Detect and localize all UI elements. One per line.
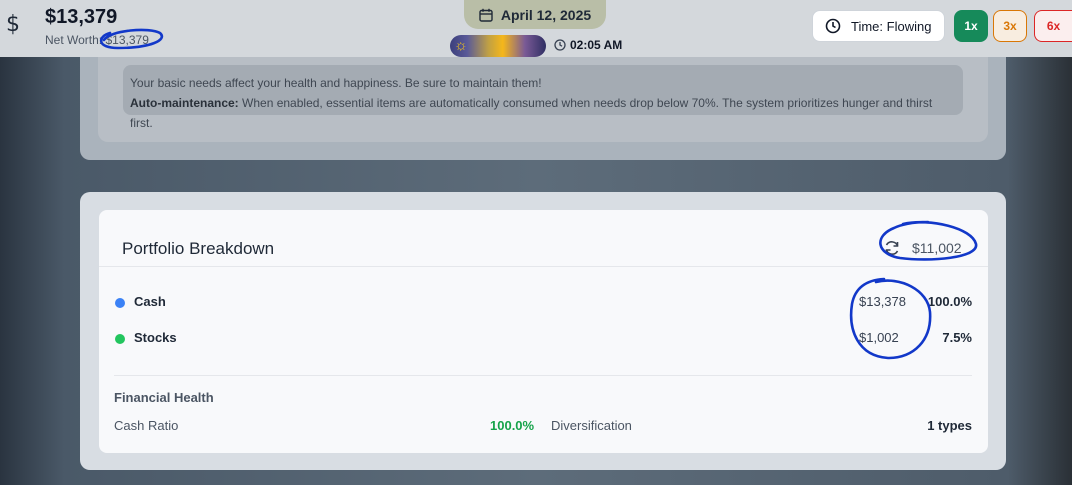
diversification-value: 1 types: [927, 418, 972, 433]
auto-maintenance-text: When enabled, essential items are automa…: [130, 96, 933, 130]
divider: [99, 266, 988, 267]
cash-ratio-value: 100.0%: [490, 418, 535, 433]
daylight-bar: ☼: [450, 35, 546, 57]
needs-info-line: Your basic needs affect your health and …: [130, 76, 542, 90]
needs-card: Your basic needs affect your health and …: [80, 57, 1006, 160]
net-worth: Net Worth: $13,379: [45, 33, 149, 47]
dollar-icon: $: [6, 12, 20, 37]
cash-dot-icon: [115, 298, 125, 308]
date-text: April 12, 2025: [500, 6, 592, 23]
needs-card-inner: Your basic needs affect your health and …: [98, 57, 988, 142]
financial-health-row: Cash Ratio 100.0% Diversification 1 type…: [114, 418, 972, 438]
clock-icon: [825, 18, 841, 34]
divider: [114, 375, 972, 376]
asset-percent: 100.0%: [927, 294, 972, 309]
asset-row-cash: Cash $13,378 100.0%: [115, 293, 972, 313]
stocks-dot-icon: [115, 334, 125, 344]
net-worth-label: Net Worth:: [45, 33, 103, 47]
auto-maintenance-info: Auto-maintenance: When enabled, essentia…: [130, 93, 956, 133]
auto-maintenance-label: Auto-maintenance:: [130, 96, 239, 110]
portfolio-card: Portfolio Breakdown $11,002 Cash $13,378…: [99, 210, 988, 453]
speed-3x-button[interactable]: 3x: [993, 10, 1027, 42]
speed-6x-button[interactable]: 6x: [1034, 10, 1072, 42]
net-worth-value: $13,379: [105, 33, 149, 47]
asset-value: $1,002: [859, 330, 899, 345]
portfolio-title: Portfolio Breakdown: [122, 239, 275, 258]
date-display: April 12, 2025: [464, 0, 606, 29]
time-text: 02:05 AM: [570, 38, 623, 52]
needs-info-box: Your basic needs affect your health and …: [123, 65, 963, 130]
top-bar: $ $13,379 Net Worth: $13,379 April 12, 2…: [0, 0, 1072, 57]
portfolio-total: $11,002: [912, 240, 962, 256]
diversification-label: Diversification: [551, 418, 632, 433]
calendar-icon: [479, 8, 493, 22]
time-mode-button[interactable]: Time: Flowing: [812, 10, 945, 42]
clock-icon: [554, 39, 566, 51]
speed-1x-button[interactable]: 1x: [954, 10, 988, 42]
balance: $13,379: [45, 6, 118, 28]
time-mode-label: Time: Flowing: [851, 18, 932, 34]
asset-value: $13,378: [859, 294, 906, 309]
asset-row-stocks: Stocks $1,002 7.5%: [115, 329, 972, 349]
sun-icon: ☼: [454, 37, 468, 54]
financial-health-title: Financial Health: [114, 390, 214, 405]
asset-name: Cash: [134, 294, 166, 309]
cash-ratio-label: Cash Ratio: [114, 418, 179, 433]
refresh-icon[interactable]: [883, 239, 901, 257]
clock-display: 02:05 AM: [554, 38, 622, 52]
asset-percent: 7.5%: [942, 330, 972, 345]
asset-name: Stocks: [134, 330, 177, 345]
